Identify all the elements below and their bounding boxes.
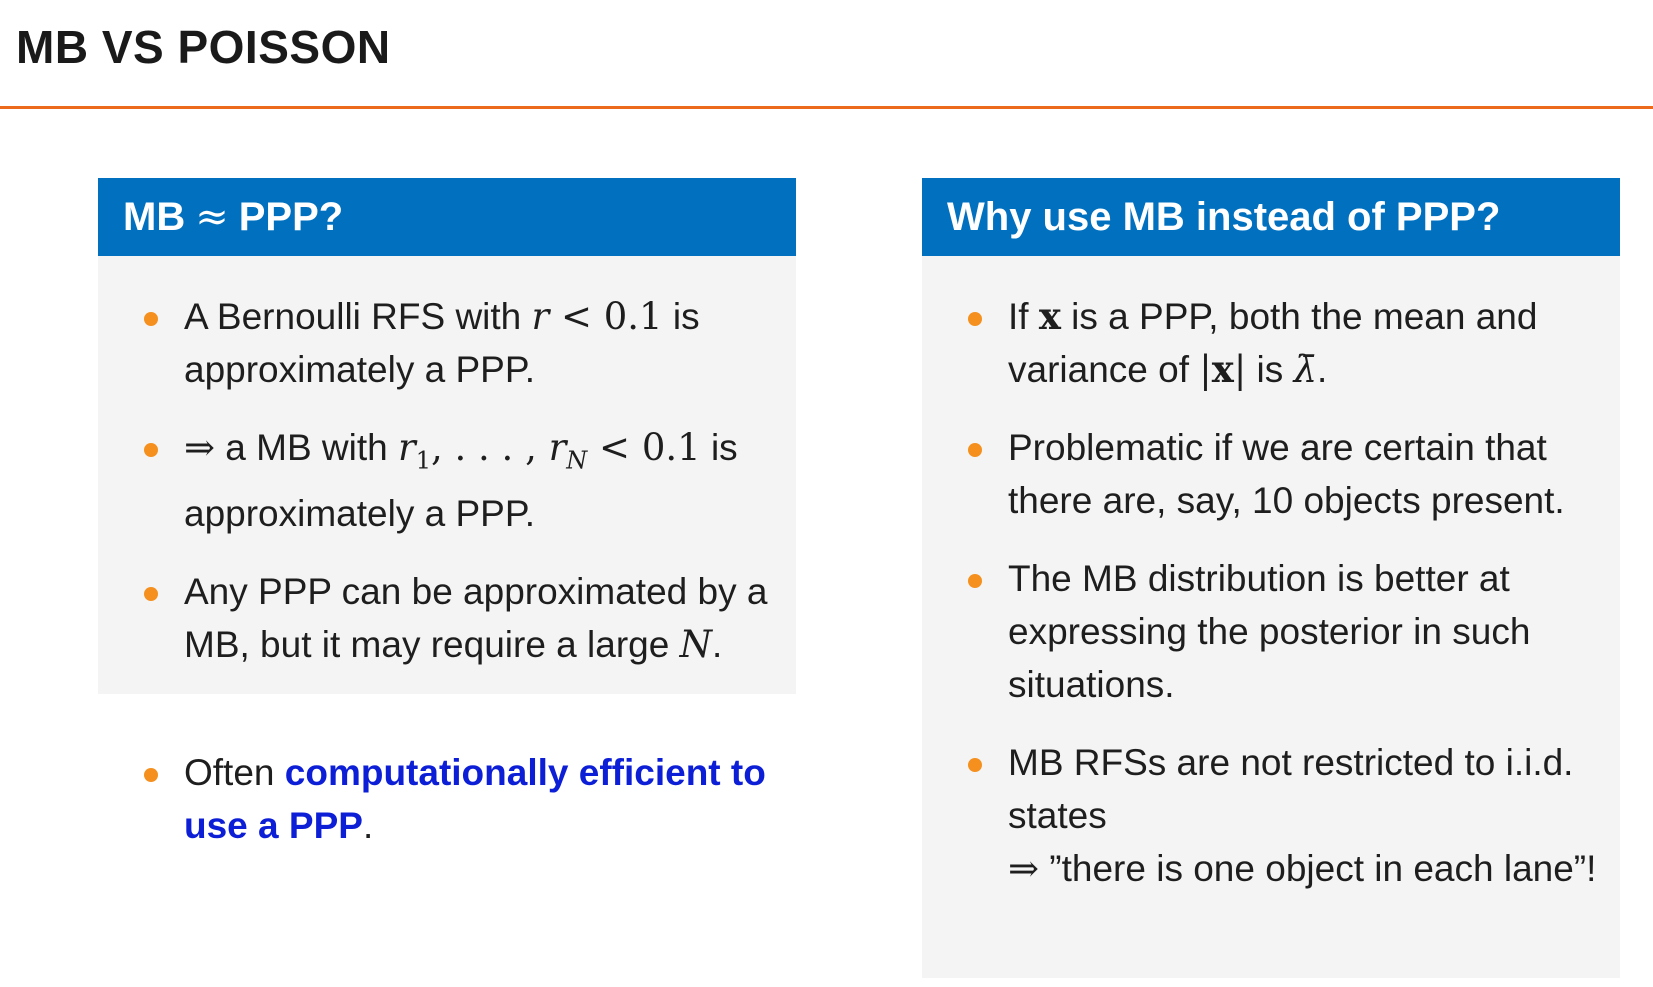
title-rule [0, 106, 1653, 109]
item-text: Problematic if we are certain that there… [1008, 427, 1565, 521]
math-subscript: 1 [415, 446, 431, 475]
bullet-icon [968, 443, 982, 457]
math-expr: < 0.1 [549, 295, 663, 338]
math-var: x [1211, 347, 1234, 391]
list-item: A Bernoulli RFS with r < 0.1 is approxim… [98, 290, 796, 396]
item-text: is [1246, 349, 1294, 390]
block-title-pre: MB [123, 194, 186, 239]
block-header: MB ≈ PPP? [98, 178, 796, 256]
list-item: Problematic if we are certain that there… [922, 421, 1620, 527]
bullet-icon [144, 768, 158, 782]
item-text: . [711, 624, 723, 666]
block-mb-approx-ppp: MB ≈ PPP? A Bernoulli RFS with r < 0.1 i… [98, 178, 796, 694]
math-var: r [548, 426, 567, 469]
item-text: MB RFSs are not restricted to i.i.d. sta… [1008, 742, 1574, 836]
list-item: Often computationally efficient to use a… [98, 746, 798, 852]
block-title-post: PPP? [238, 194, 344, 239]
bullet-list: Often computationally efficient to use a… [98, 746, 798, 852]
block-why-mb: Why use MB instead of PPP? If x is a PPP… [922, 178, 1620, 978]
bullet-icon [144, 443, 158, 457]
math-var: x [1038, 294, 1061, 338]
list-item: If x is a PPP, both the mean and varianc… [922, 290, 1620, 396]
list-item: The MB distribution is better at express… [922, 552, 1620, 711]
item-text: . [1317, 349, 1328, 390]
bullet-list: A Bernoulli RFS with r < 0.1 is approxim… [98, 290, 796, 671]
math-var: N [679, 623, 712, 667]
block-header: Why use MB instead of PPP? [922, 178, 1620, 256]
block-title: Why use MB instead of PPP? [947, 194, 1501, 239]
bullet-icon [144, 587, 158, 602]
item-text: . [362, 805, 374, 846]
bullet-icon [968, 574, 982, 588]
math-var: λ̄ [1293, 348, 1318, 391]
math-subscript: N [566, 446, 588, 475]
item-text: a MB with [215, 427, 399, 468]
implies-symbol: ⇒ [184, 426, 216, 469]
math-var: r [531, 295, 550, 338]
math-var: r [398, 426, 416, 469]
bullet-icon [144, 312, 158, 326]
item-text: A Bernoulli RFS with [184, 296, 532, 337]
list-item: MB RFSs are not restricted to i.i.d. sta… [922, 736, 1620, 895]
block-body: A Bernoulli RFS with r < 0.1 is approxim… [98, 256, 796, 671]
approx-symbol: ≈ [195, 194, 229, 240]
loose-bullet: Often computationally efficient to use a… [98, 746, 798, 877]
math-expr: | [1233, 348, 1247, 391]
list-item: Any PPP can be approximated by a MB, but… [98, 565, 796, 671]
bullet-list: If x is a PPP, both the mean and varianc… [922, 290, 1620, 895]
block-body: If x is a PPP, both the mean and varianc… [922, 256, 1620, 895]
slide-title: MB VS POISSON [16, 21, 391, 73]
item-text: Often [184, 752, 285, 793]
item-text: The MB distribution is better at express… [1008, 558, 1531, 705]
list-item: ⇒ a MB with r1, . . . , rN < 0.1 is appr… [98, 421, 796, 540]
math-expr: , . . . , [430, 426, 549, 469]
math-expr: < 0.1 [587, 426, 701, 469]
item-text: ”there is one object in each lane”! [1039, 848, 1597, 889]
bullet-icon [968, 312, 982, 326]
item-text: If [1008, 296, 1039, 337]
implies-symbol: ⇒ [1008, 847, 1040, 890]
math-expr: | [1199, 348, 1212, 391]
bullet-icon [968, 758, 982, 772]
